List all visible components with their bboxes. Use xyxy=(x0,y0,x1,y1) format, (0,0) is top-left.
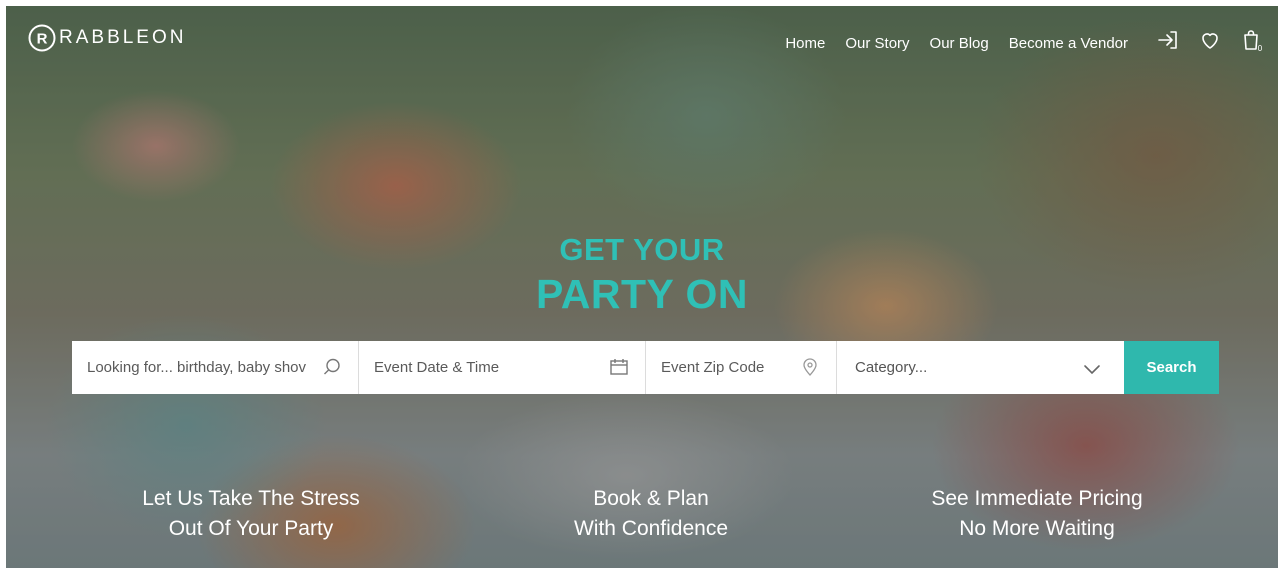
feature-stress-free: Let Us Take The Stress Out Of Your Party xyxy=(106,484,396,544)
login-icon[interactable] xyxy=(1156,28,1180,52)
zip-field-wrapper xyxy=(646,340,837,395)
feature-line: See Immediate Pricing xyxy=(931,487,1143,510)
feature-line: With Confidence xyxy=(573,517,729,540)
brand-logo[interactable]: R RABBLEON xyxy=(28,24,186,52)
feature-line: No More Waiting xyxy=(959,517,1115,540)
cart-count-badge: 0 xyxy=(1258,44,1263,52)
search-icon[interactable] xyxy=(322,357,342,377)
nav-link-our-story[interactable]: Our Story xyxy=(845,35,909,52)
nav-link-home[interactable]: Home xyxy=(785,35,825,52)
feature-pricing: See Immediate Pricing No More Waiting xyxy=(892,484,1182,544)
nav-link-our-blog[interactable]: Our Blog xyxy=(930,35,989,52)
chevron-down-icon[interactable] xyxy=(1082,359,1102,379)
heart-icon[interactable] xyxy=(1198,28,1222,52)
nav-link-become-vendor[interactable]: Become a Vendor xyxy=(1009,35,1128,52)
category-selected-value: Category... xyxy=(855,359,928,376)
brand-name: RABBLEON xyxy=(59,27,187,48)
feature-line: Book & Plan xyxy=(593,487,709,510)
date-field-wrapper xyxy=(359,340,646,395)
nav-icons: 0 xyxy=(1156,28,1264,52)
event-date-input[interactable] xyxy=(359,340,645,395)
search-bar: Category... Search xyxy=(72,340,1219,395)
calendar-icon[interactable] xyxy=(609,357,629,377)
hero-headline-line1: GET YOUR xyxy=(559,232,725,267)
main-nav: Home Our Story Our Blog Become a Vendor xyxy=(785,35,1128,52)
hero-headline-line2: PARTY ON xyxy=(535,271,749,317)
svg-text:R: R xyxy=(37,31,48,48)
query-field-wrapper xyxy=(72,340,359,395)
search-button[interactable]: Search xyxy=(1124,341,1219,394)
feature-line: Let Us Take The Stress xyxy=(142,487,360,510)
feature-book-plan: Book & Plan With Confidence xyxy=(506,484,796,544)
cart-icon[interactable]: 0 xyxy=(1240,28,1264,52)
rabbleon-logo-icon: R xyxy=(28,24,56,52)
hero-banner: R RABBLEON Home Our Story Our Blog Becom… xyxy=(6,6,1278,568)
feature-line: Out Of Your Party xyxy=(168,517,334,540)
location-pin-icon xyxy=(803,358,817,376)
search-query-input[interactable] xyxy=(72,340,358,395)
category-select[interactable]: Category... xyxy=(837,341,1124,394)
